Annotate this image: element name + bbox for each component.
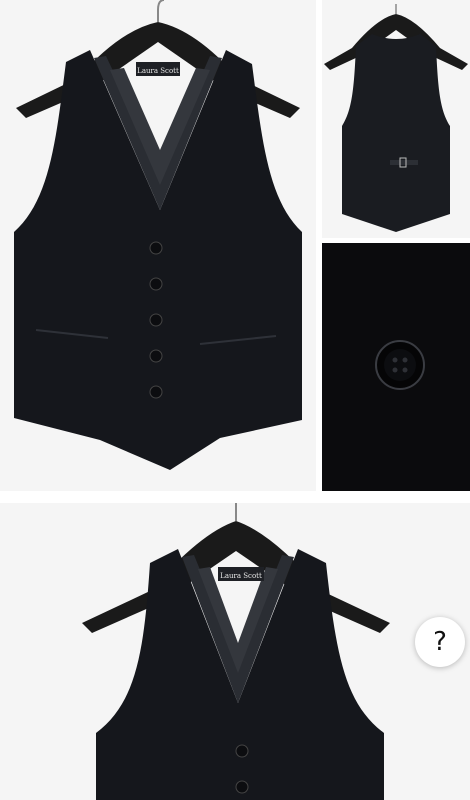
button-icon <box>149 241 163 255</box>
vest-back-illustration <box>322 0 470 238</box>
front-view-image[interactable]: Laura Scott <box>0 0 316 491</box>
brand-label: Laura Scott <box>220 572 262 580</box>
button-closeup-illustration <box>322 243 470 491</box>
button-closeup-image[interactable] <box>322 243 470 491</box>
brand-label: Laura Scott <box>137 67 179 75</box>
button-icon <box>235 744 249 758</box>
gallery-divider <box>0 491 470 503</box>
button-icon <box>149 313 163 327</box>
vest-front-repeat-illustration: Laura Scott <box>0 503 470 800</box>
back-view-image[interactable] <box>322 0 470 238</box>
front-view-repeat-image[interactable]: Laura Scott <box>0 503 470 800</box>
button-icon <box>149 349 163 363</box>
vest-front-illustration: Laura Scott <box>0 0 316 491</box>
vest-back-body <box>342 34 450 232</box>
button-icon <box>149 385 163 399</box>
button-icon <box>235 780 249 794</box>
help-button[interactable]: ? <box>415 617 465 667</box>
button-icon <box>149 277 163 291</box>
question-mark-icon: ? <box>433 627 447 657</box>
back-belt <box>390 160 418 165</box>
